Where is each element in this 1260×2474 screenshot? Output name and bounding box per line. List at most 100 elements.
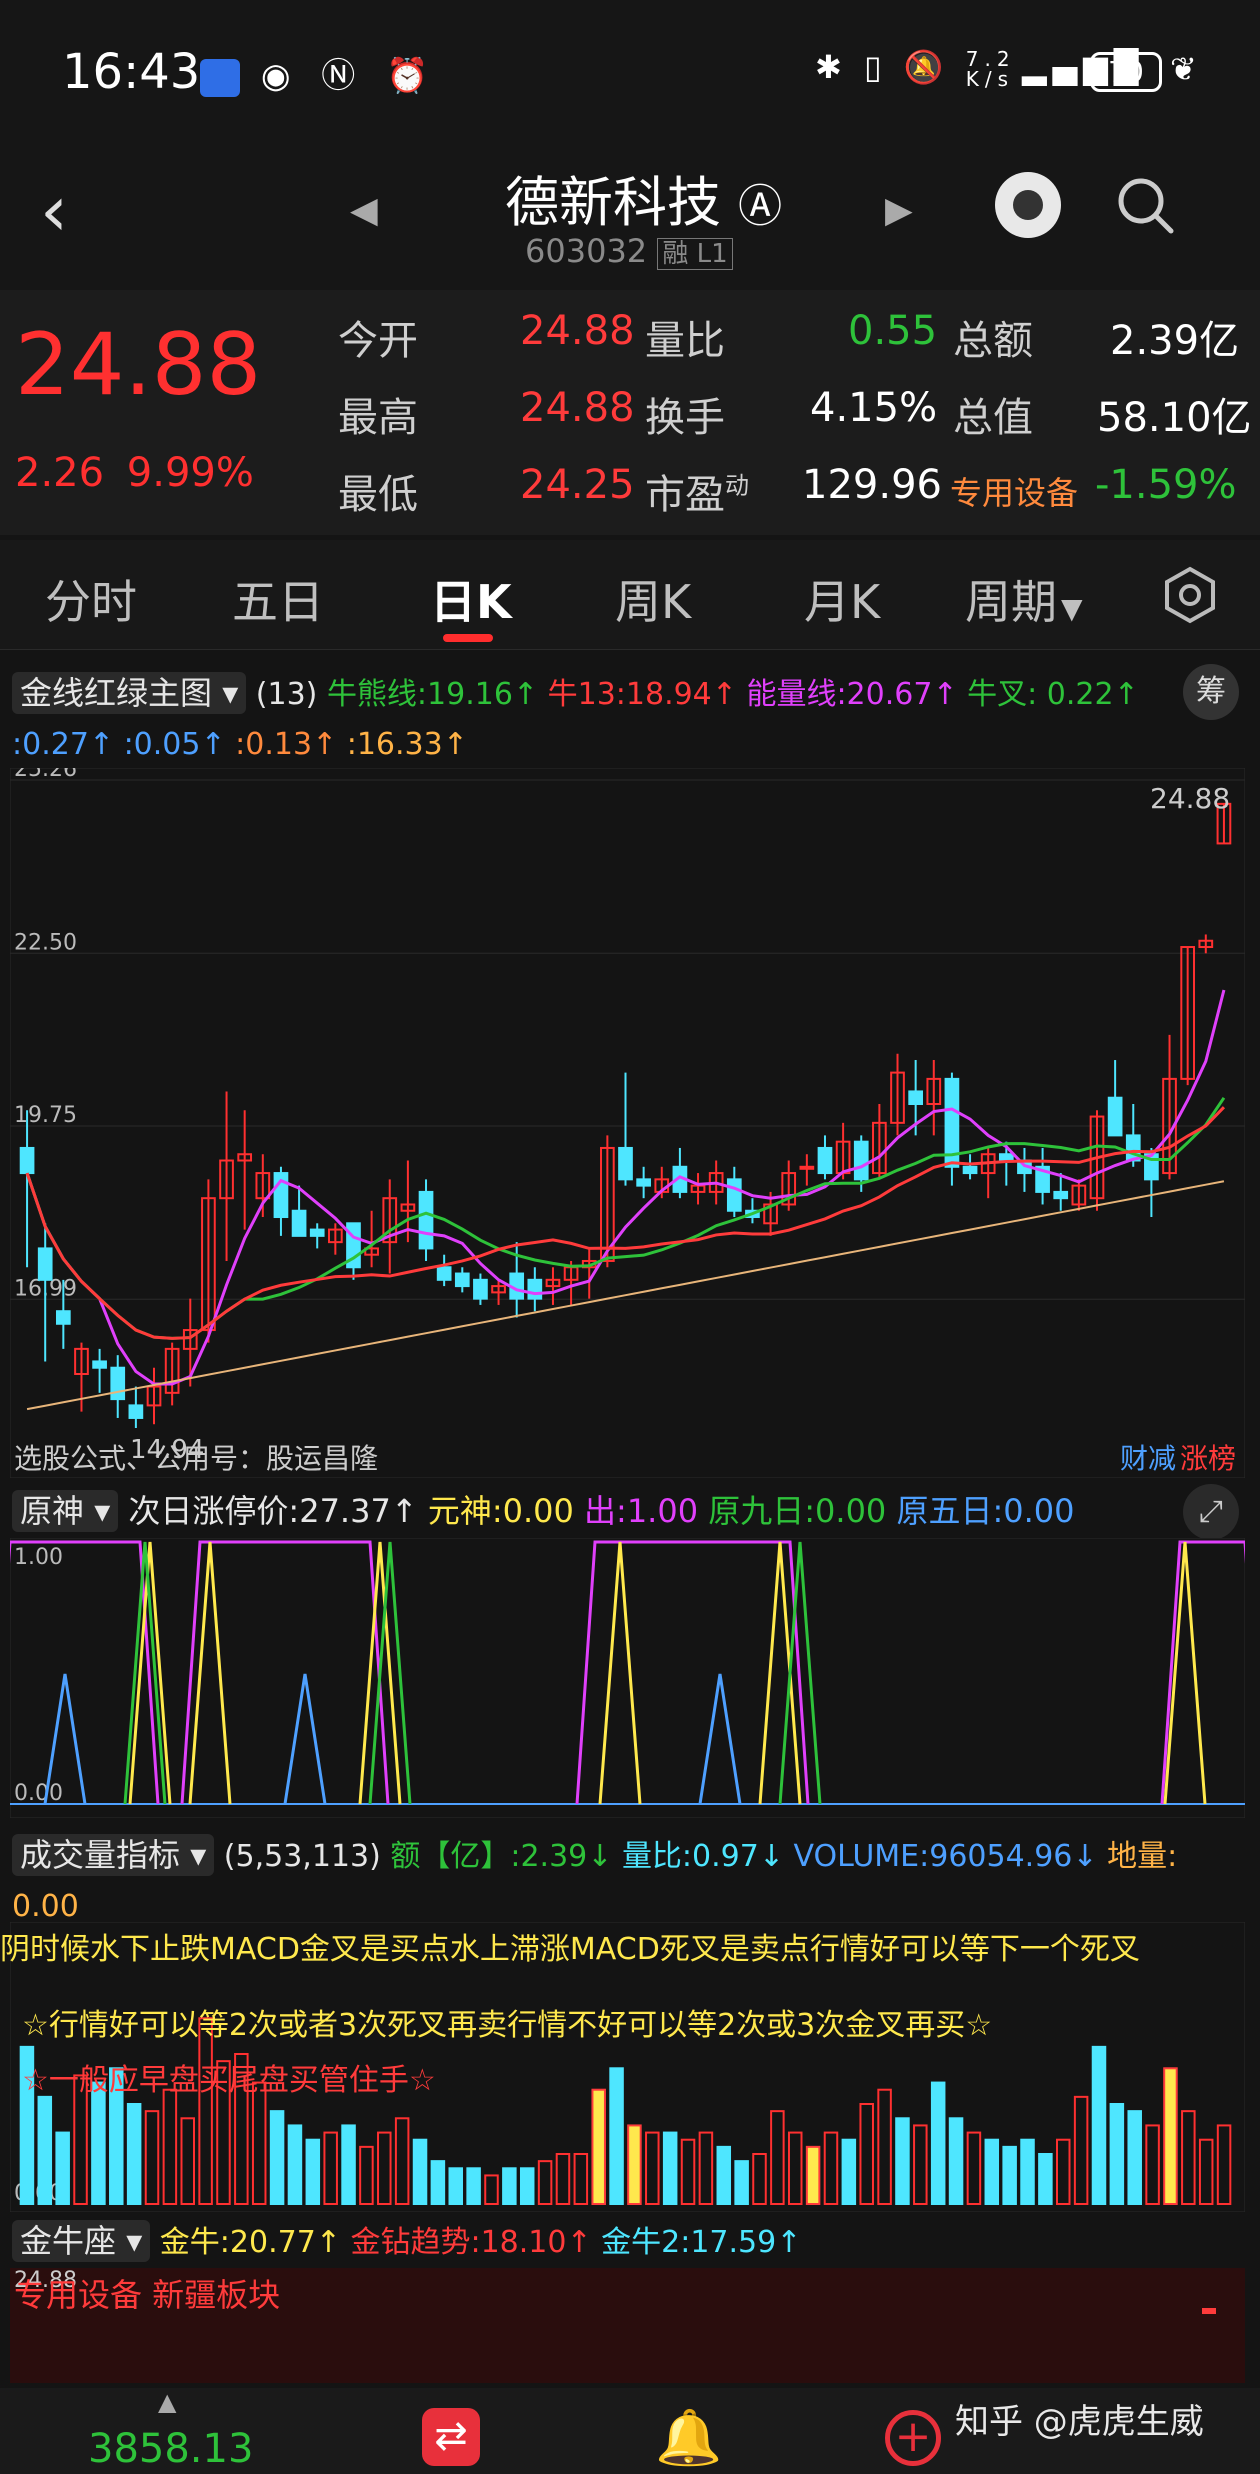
tip-note-1: ☆行情好可以等2次或者3次死叉再卖行情不好可以等2次或3次金叉再买☆ xyxy=(22,2008,993,2043)
value-low: 24.25 xyxy=(520,462,635,508)
status-time: 16:43 xyxy=(62,44,201,100)
add-watchlist-icon[interactable]: + xyxy=(885,2410,941,2466)
candle-body xyxy=(454,1272,470,1288)
gold-bull-marker xyxy=(1202,2308,1216,2314)
main-indicator-dropdown[interactable]: 金线红绿主图 ▾ xyxy=(12,672,247,714)
change-value: 2.26 xyxy=(15,450,105,496)
main-indicator-value-8: :16.33↑ xyxy=(346,727,468,762)
volume-bar xyxy=(287,2124,303,2205)
gold-bull-value-1: 金钻趋势:18.10↑ xyxy=(350,2225,602,2260)
expand-icon[interactable]: ⤢ xyxy=(1183,1484,1239,1540)
kline-chart[interactable]: 25.2622.5019.7516.9924.8814.94选股公式、公用号：股… xyxy=(10,768,1245,1478)
candle-body xyxy=(55,1310,71,1325)
next-stock-button[interactable]: ▶ xyxy=(885,190,913,231)
volume-bar xyxy=(627,2124,642,2205)
candle-body xyxy=(418,1190,434,1250)
tab-daily-k[interactable]: 日K xyxy=(430,566,512,632)
volume-bar xyxy=(448,2167,464,2206)
kline-y-label: 19.75 xyxy=(14,1103,77,1128)
yuanshen-chart[interactable]: 1.00 0.00 xyxy=(10,1538,1245,1818)
main-indicator-value-2: 能量线:20.67↑ xyxy=(746,677,968,712)
back-button[interactable]: ‹ xyxy=(40,170,68,252)
label-pe: 市盈动 xyxy=(645,462,749,520)
yuanshen-dropdown[interactable]: 原神 ▾ xyxy=(12,1490,119,1532)
label-market-cap: 总值 xyxy=(953,395,1033,441)
yuanshen-value-3: 原九日:0.00 xyxy=(708,1492,897,1530)
chevron-down-icon: ▼ xyxy=(1061,592,1083,625)
value-high: 24.88 xyxy=(520,385,635,431)
yuanshen-y-top: 1.00 xyxy=(14,1545,63,1570)
tab-period[interactable]: 周期 ▼ xyxy=(965,566,1083,632)
main-indicator-legend: 金线红绿主图 ▾ (13) 牛熊线:19.16↑ 牛13:18.94↑ 能量线:… xyxy=(12,668,1192,770)
main-indicator-value-4: 0.22↑ xyxy=(1046,677,1139,712)
candle-body xyxy=(908,1090,923,1106)
tab-monthly-k[interactable]: 月K xyxy=(804,566,880,632)
volume-bar xyxy=(1127,2110,1142,2205)
prev-stock-button[interactable]: ◀ xyxy=(350,190,378,231)
candle-body xyxy=(527,1278,543,1300)
search-icon[interactable] xyxy=(1115,175,1175,235)
candle-body xyxy=(473,1278,488,1300)
tag-caijian: 财减 xyxy=(1120,1442,1176,1475)
yuanshen-value-4: 原五日:0.00 xyxy=(896,1492,1075,1530)
candle-body xyxy=(436,1266,452,1281)
chevron-up-icon[interactable]: ▲ xyxy=(158,2388,176,2416)
volume-dropdown[interactable]: 成交量指标 ▾ xyxy=(12,1834,215,1876)
volume-bar xyxy=(1109,2103,1125,2205)
gold-bull-values: 金牛:20.77↑ 金钻趋势:18.10↑ 金牛2:17.59↑ xyxy=(160,2225,802,2260)
tab-weekly-k[interactable]: 周K xyxy=(615,566,691,632)
volume-param: (5,53,113) xyxy=(223,1839,381,1874)
volume-bar xyxy=(895,2117,910,2206)
yuanshen-value-0: 次日涨停价:27.37↑ xyxy=(128,1492,428,1530)
volume-bar xyxy=(341,2124,356,2205)
tab-intraday[interactable]: 分时 xyxy=(45,566,137,632)
main-indicator-param: (13) xyxy=(255,677,318,712)
watermark: 知乎 @虎虎生威 xyxy=(955,2402,1204,2442)
mute-icon: 🔕 xyxy=(903,48,950,86)
gold-bull-dropdown[interactable]: 金牛座 ▾ xyxy=(12,2220,151,2262)
settings-hexagon-icon[interactable] xyxy=(1160,565,1220,625)
yuanshen-legend: 原神 ▾ 次日涨停价:27.37↑ 元神:0.00 出:1.00 原九日:0.0… xyxy=(12,1486,1075,1532)
volume-bar xyxy=(305,2138,321,2205)
candle-body xyxy=(998,1153,1014,1162)
gold-bull-chart[interactable]: 24.88 专用设备 新疆板块 xyxy=(10,2268,1245,2383)
candle-body xyxy=(92,1360,107,1369)
kline-high-label: 24.88 xyxy=(1150,782,1230,815)
tab-5day[interactable]: 五日 xyxy=(232,566,324,632)
label-turnover-rate: 换手 xyxy=(645,395,725,441)
volume-bar xyxy=(269,2110,285,2205)
stock-badge: Ⓐ xyxy=(738,181,783,232)
vibrate-icon: ▯ xyxy=(863,48,888,86)
volume-bar xyxy=(1020,2138,1035,2205)
value-open: 24.88 xyxy=(520,308,635,354)
candle-body xyxy=(1053,1190,1069,1200)
market-index-value[interactable]: 3858.13 xyxy=(88,2426,253,2472)
eye-icon: ◉ xyxy=(260,56,301,96)
candle-body xyxy=(110,1366,126,1401)
main-indicator-value-7: :0.13↑ xyxy=(235,727,347,762)
volume-bar xyxy=(91,2081,106,2205)
kline-frame xyxy=(10,768,1245,1478)
label-turnover-amount: 总额 xyxy=(953,318,1033,364)
candle-body xyxy=(618,1146,633,1181)
candle-body xyxy=(309,1228,325,1237)
candle-body xyxy=(1107,1096,1123,1137)
main-indicator-value-1: 牛13:18.94↑ xyxy=(547,677,747,712)
app-badge-icon xyxy=(200,58,240,97)
volume-bar xyxy=(1091,2045,1107,2205)
volume-bar xyxy=(662,2131,678,2205)
main-indicator-value-6: :0.05↑ xyxy=(123,727,236,762)
trade-icon[interactable]: ⇄ xyxy=(422,2408,480,2466)
mascot-icon[interactable] xyxy=(995,172,1061,238)
volume-bar xyxy=(1163,2067,1178,2205)
gold-bull-value-0: 金牛:20.77↑ xyxy=(159,2225,351,2260)
label-volume-ratio: 量比 xyxy=(645,318,725,364)
bell-icon[interactable]: 🔔 xyxy=(655,2406,722,2470)
chips-button[interactable]: 筹 xyxy=(1183,664,1239,720)
candle-body xyxy=(817,1146,833,1175)
alarm-icon: ⏰ xyxy=(386,56,439,96)
price-change: 2.26 9.99% xyxy=(15,450,254,496)
active-tab-indicator xyxy=(443,634,493,642)
sector-link[interactable]: 专用设备 xyxy=(950,468,1078,514)
volume-bar xyxy=(412,2138,428,2205)
